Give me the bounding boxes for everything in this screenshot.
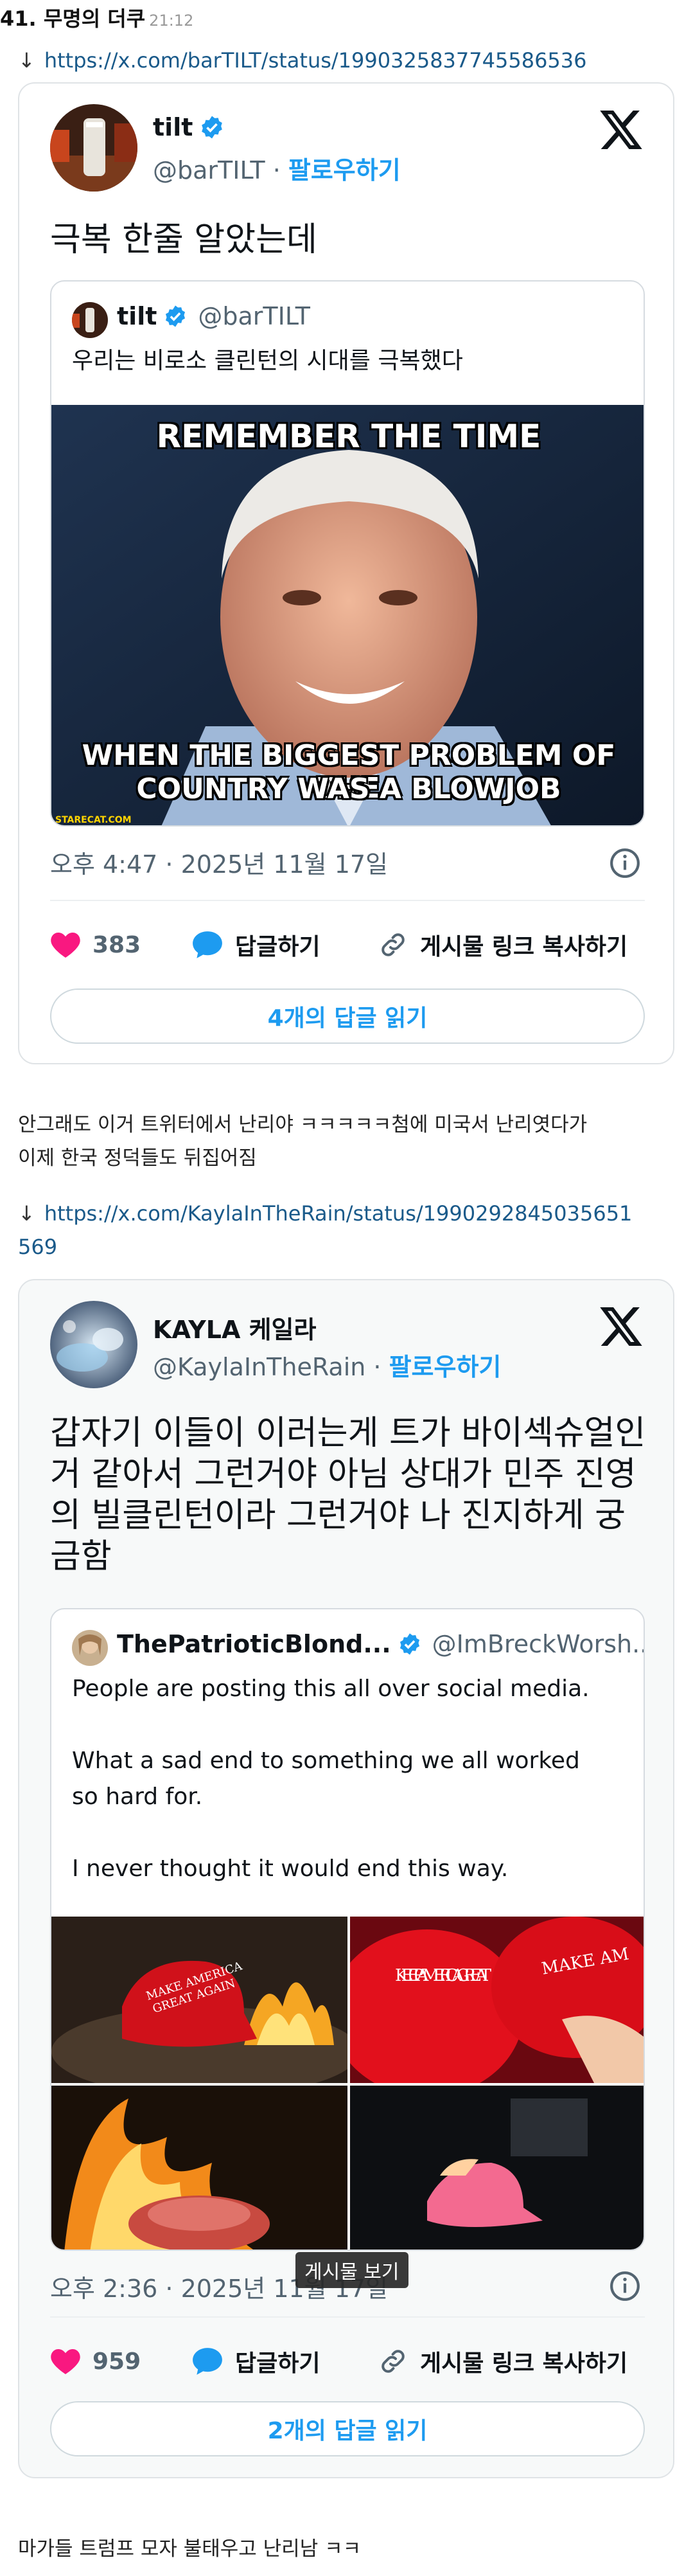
- quote-text: People are posting this all over social …: [72, 1676, 590, 1882]
- quote-author: ThePatrioticBlond... @ImBreckWorsh...: [117, 1630, 645, 1658]
- reply-button[interactable]: 답글하기: [191, 2345, 358, 2378]
- grid-image-red-hats[interactable]: KEEP AMERICA GREAT MAKE AM: [350, 1917, 644, 2083]
- grid-image-dark-room[interactable]: [350, 2086, 644, 2250]
- like-button[interactable]: 959: [50, 2347, 159, 2375]
- grid-image-burning-hat[interactable]: MAKE AMERICA GREAT AGAIN: [51, 1917, 347, 2083]
- follow-button[interactable]: 팔로우하기: [288, 156, 401, 184]
- quote-handle: @ImBreckWorsh...: [432, 1630, 645, 1658]
- meme-bottom-text-2: COUNTRY WAS A BLOWJOB: [136, 773, 561, 805]
- tweet-embed[interactable]: KAYLA 케일라 @KaylaInTheRain · 팔로우하기 갑자기 이들…: [18, 1279, 674, 2478]
- quote-handle: @barTILT: [198, 302, 310, 330]
- post-time: 21:12: [149, 12, 194, 30]
- quote-author: tilt @barTILT: [117, 302, 310, 330]
- like-button[interactable]: 383: [50, 931, 159, 959]
- tweet-timestamp[interactable]: 오후 4:47 · 2025년 11월 17일: [50, 845, 388, 880]
- hat2-text: KEEP AMERICA GREAT: [395, 1966, 492, 1985]
- verified-badge-icon: [202, 116, 223, 139]
- like-count: 959: [92, 2348, 141, 2375]
- image-grid: MAKE AMERICA GREAT AGAIN KEEP AMERICA GR…: [51, 1917, 644, 2250]
- divider: [50, 900, 645, 901]
- avatar[interactable]: [50, 104, 137, 192]
- copy-link-button[interactable]: 게시물 링크 복사하기: [378, 2345, 627, 2378]
- quote-avatar: [72, 302, 108, 338]
- tweet-link-continued[interactable]: 569: [18, 1230, 680, 1264]
- meme-watermark: STARECAT.COM: [55, 815, 132, 825]
- info-icon[interactable]: [609, 2270, 641, 2302]
- verified-badge-icon: [399, 1633, 419, 1655]
- link-icon: [382, 2350, 405, 2373]
- follow-button[interactable]: 팔로우하기: [389, 1353, 502, 1381]
- author-handle[interactable]: @KaylaInTheRain: [153, 1353, 365, 1381]
- reply-button[interactable]: 답글하기: [191, 928, 358, 962]
- meme-top-text: REMEMBER THE TIME: [156, 418, 541, 455]
- down-arrow-icon: ↓: [18, 1201, 35, 1226]
- tweet-embed[interactable]: tilt @barTILT · 팔로우하기 극복 한줄 알았는데 tilt @b…: [18, 82, 674, 1064]
- post-title: 41. 무명의 더쿠: [0, 6, 146, 31]
- quote-avatar: [72, 1630, 108, 1666]
- reply-bubble-icon: [193, 2348, 222, 2375]
- action-bar: 383 답글하기 게시물 링크 복사하기: [50, 926, 645, 964]
- info-icon[interactable]: [609, 847, 641, 879]
- avatar[interactable]: [50, 1301, 137, 1388]
- divider: [50, 2316, 645, 2318]
- action-bar: 959 답글하기 게시물 링크 복사하기: [50, 2342, 645, 2381]
- down-arrow-icon: ↓: [18, 48, 35, 73]
- tweet-link[interactable]: https://x.com/KaylaInTheRain/status/1990…: [44, 1201, 633, 1226]
- author-handle-row: @barTILT · 팔로우하기: [153, 156, 401, 184]
- view-post-tooltip: 게시물 보기: [295, 2252, 408, 2288]
- heart-icon: [51, 933, 80, 958]
- like-count: 383: [92, 931, 141, 958]
- tweet-text: 갑자기 이들이 이러는게 트가 바이섹슈얼인 거 같아서 그런거야 아님 상대가…: [50, 1414, 646, 1576]
- body-paragraph: 안그래도 이거 트위터에서 난리야 ㅋㅋㅋㅋㅋ첨에 미국서 난리엿다가 이제 한…: [18, 1113, 588, 1170]
- author-name[interactable]: tilt: [153, 113, 225, 141]
- author-name[interactable]: KAYLA 케일라: [153, 1310, 316, 1345]
- tweet-text: 극복 한줄 알았는데: [50, 220, 317, 259]
- post-header: 41. 무명의 더쿠 21:12: [0, 3, 193, 32]
- verified-badge-icon: [166, 305, 186, 327]
- tweet-link-row: ↓ https://x.com/barTILT/status/1990325837…: [18, 44, 680, 77]
- read-replies-button[interactable]: 4개의 답글 읽기: [50, 988, 645, 1044]
- tweet-link-row: ↓ https://x.com/KaylaInTheRain/status/199…: [18, 1197, 680, 1264]
- body-paragraph: 마가들 트럼프 모자 불태우고 난리남 ㅋㅋ: [18, 2537, 362, 2561]
- reply-bubble-icon: [193, 931, 222, 958]
- x-logo-icon[interactable]: [600, 111, 642, 149]
- quote-tweet[interactable]: ThePatrioticBlond... @ImBreckWorsh... Pe…: [50, 1608, 645, 2251]
- link-icon: [382, 933, 405, 956]
- author-handle-row: @KaylaInTheRain · 팔로우하기: [153, 1353, 502, 1381]
- quote-text: 우리는 비로소 클린턴의 시대를 극복했다: [72, 348, 463, 374]
- tweet-link[interactable]: https://x.com/barTILT/status/19903258377…: [44, 48, 587, 73]
- x-logo-icon[interactable]: [600, 1307, 642, 1346]
- author-handle[interactable]: @barTILT: [153, 156, 265, 184]
- read-replies-button[interactable]: 2개의 답글 읽기: [50, 2401, 645, 2456]
- copy-link-button[interactable]: 게시물 링크 복사하기: [378, 928, 627, 962]
- heart-icon: [51, 2349, 80, 2374]
- quote-tweet[interactable]: tilt @barTILT 우리는 비로소 클린턴의 시대를 극복했다 REME…: [50, 280, 645, 827]
- grid-image-fire[interactable]: [51, 2086, 347, 2250]
- meme-image[interactable]: REMEMBER THE TIME WHEN THE BIGGEST PROBL…: [51, 405, 644, 825]
